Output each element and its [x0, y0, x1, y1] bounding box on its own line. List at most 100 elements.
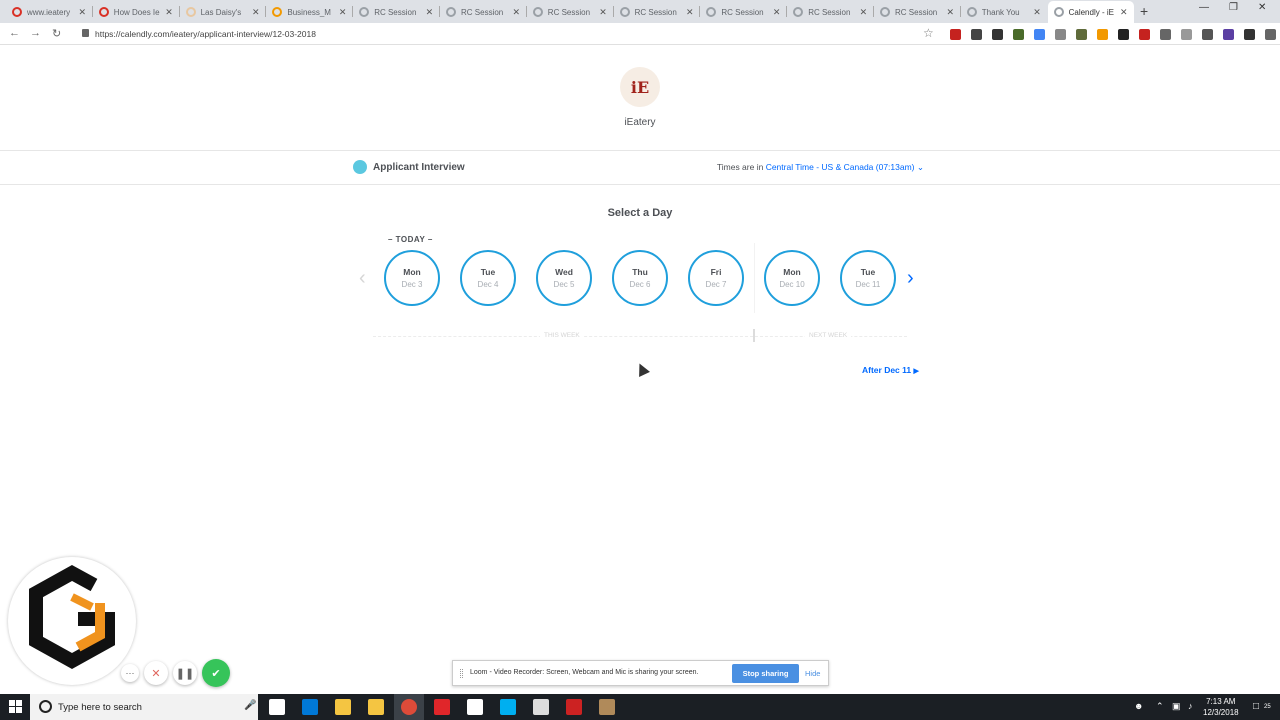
- tab-close-icon[interactable]: ✕: [512, 7, 520, 18]
- hide-button[interactable]: Hide: [805, 669, 820, 678]
- timezone-prefix: Times are in: [716, 162, 766, 172]
- extension-icon[interactable]: [1202, 29, 1213, 40]
- notifications-icon[interactable]: □: [1253, 701, 1259, 712]
- skype-icon[interactable]: [500, 699, 516, 715]
- network-icon[interactable]: ▣: [1172, 701, 1181, 712]
- tab-favicon-icon: [446, 7, 456, 17]
- tab-separator: [439, 6, 440, 17]
- people-icon[interactable]: ☻: [1134, 701, 1143, 711]
- browser-tab[interactable]: RC Session ✕: [353, 1, 439, 23]
- extension-icon[interactable]: [1055, 29, 1066, 40]
- browser-tab[interactable]: How Does Ie ✕: [93, 1, 179, 23]
- select-day-title: Select a Day: [607, 207, 673, 219]
- extension-icon[interactable]: [1013, 29, 1024, 40]
- extension-icon[interactable]: [1097, 29, 1108, 40]
- tab-close-icon[interactable]: ✕: [339, 7, 347, 18]
- timezone-link[interactable]: Central Time - US & Canada (07:13am) ⌄: [766, 162, 924, 172]
- extension-icon[interactable]: [1160, 29, 1171, 40]
- tab-close-icon[interactable]: ✕: [599, 7, 607, 18]
- extension-icon[interactable]: [1118, 29, 1129, 40]
- day-option[interactable]: Mon Dec 3: [384, 250, 440, 306]
- extension-icon[interactable]: [1265, 29, 1276, 40]
- day-option[interactable]: Thu Dec 6: [612, 250, 668, 306]
- mouse-cursor-icon: [634, 361, 650, 377]
- tab-title: Las Daisy's: [200, 7, 242, 17]
- loom-more-button[interactable]: ⋯: [121, 664, 139, 682]
- day-option[interactable]: Mon Dec 10: [764, 250, 820, 306]
- day-option[interactable]: Tue Dec 11: [840, 250, 896, 306]
- loom-cancel-button[interactable]: ✕: [144, 661, 168, 685]
- browser-tab[interactable]: RC Session ✕: [700, 1, 786, 23]
- forward-icon[interactable]: →: [30, 27, 41, 39]
- day-option[interactable]: Wed Dec 5: [536, 250, 592, 306]
- tab-title: Business_M: [287, 7, 331, 17]
- tab-close-icon[interactable]: ✕: [78, 7, 86, 18]
- store-icon[interactable]: [368, 699, 384, 715]
- browser-tab[interactable]: Calendly - iE ✕: [1047, 1, 1134, 23]
- tab-close-icon[interactable]: ✕: [773, 7, 781, 18]
- system-clock[interactable]: 7:13 AM 12/3/2018: [1203, 696, 1239, 718]
- browser-tab[interactable]: Las Daisy's ✕: [180, 1, 266, 23]
- stop-sharing-button[interactable]: Stop sharing: [732, 664, 799, 683]
- extension-icon[interactable]: [1076, 29, 1087, 40]
- chrome-icon[interactable]: [401, 699, 417, 715]
- tab-close-icon[interactable]: ✕: [426, 7, 434, 18]
- notepad-icon[interactable]: [467, 699, 483, 715]
- extension-icon[interactable]: [1223, 29, 1234, 40]
- browser-tab[interactable]: www.ieatery ✕: [6, 1, 92, 23]
- browser-tab[interactable]: RC Session ✕: [440, 1, 526, 23]
- volume-icon[interactable]: ♪: [1188, 701, 1193, 711]
- windows-start-icon[interactable]: [9, 700, 22, 713]
- extension-icon[interactable]: [1139, 29, 1150, 40]
- app-icon[interactable]: [599, 699, 615, 715]
- tab-close-icon[interactable]: ✕: [1120, 7, 1128, 18]
- show-hidden-icons-icon[interactable]: ⌃: [1156, 701, 1164, 712]
- taskbar-search[interactable]: Type here to search 🎤: [30, 694, 258, 720]
- after-date-link[interactable]: After Dec 11 ▶: [862, 365, 919, 375]
- close-window-icon[interactable]: ✕: [1258, 2, 1266, 13]
- reload-icon[interactable]: ↻: [52, 27, 61, 40]
- tab-close-icon[interactable]: ✕: [252, 7, 260, 18]
- day-option[interactable]: Fri Dec 7: [688, 250, 744, 306]
- tab-close-icon[interactable]: ✕: [165, 7, 173, 18]
- browser-tab[interactable]: RC Session ✕: [787, 1, 873, 23]
- edge-icon[interactable]: [302, 699, 318, 715]
- loom-pause-button[interactable]: ❚❚: [173, 661, 197, 685]
- microphone-icon[interactable]: 🎤: [244, 700, 256, 711]
- bookmark-star-icon[interactable]: ☆: [923, 26, 934, 40]
- loom-camera-bubble[interactable]: [8, 557, 136, 685]
- tab-close-icon[interactable]: ✕: [946, 7, 954, 18]
- restore-icon[interactable]: ❐: [1229, 2, 1238, 13]
- app-icon[interactable]: [533, 699, 549, 715]
- tab-close-icon[interactable]: ✕: [686, 7, 694, 18]
- g-logo-icon: [28, 565, 116, 670]
- extension-icon[interactable]: [950, 29, 961, 40]
- tab-separator: [873, 6, 874, 17]
- browser-tab[interactable]: RC Session ✕: [874, 1, 960, 23]
- extension-icon[interactable]: [1181, 29, 1192, 40]
- new-tab-button[interactable]: +: [1140, 3, 1148, 19]
- browser-tab-strip: + — ❐ ✕ www.ieatery ✕ How Does Ie ✕ Las Dais…: [0, 0, 1280, 23]
- tab-close-icon[interactable]: ✕: [1033, 7, 1041, 18]
- drag-handle-icon[interactable]: [460, 669, 463, 678]
- browser-tab[interactable]: Business_M ✕: [266, 1, 352, 23]
- tab-close-icon[interactable]: ✕: [860, 7, 868, 18]
- minimize-icon[interactable]: —: [1199, 2, 1209, 13]
- extension-icon[interactable]: [971, 29, 982, 40]
- company-logo: iE: [620, 67, 660, 107]
- loom-finish-button[interactable]: ✔: [202, 659, 230, 687]
- day-option[interactable]: Tue Dec 4: [460, 250, 516, 306]
- browser-tab[interactable]: Thank You ✕: [961, 1, 1047, 23]
- browser-tab[interactable]: RC Session ✕: [614, 1, 700, 23]
- back-icon[interactable]: ←: [9, 27, 20, 39]
- opera-icon[interactable]: [434, 699, 450, 715]
- address-bar[interactable]: https://calendly.com/ieatery/applicant-i…: [95, 29, 316, 39]
- extension-icon[interactable]: [992, 29, 1003, 40]
- extension-icon[interactable]: [1034, 29, 1045, 40]
- app-icon[interactable]: [566, 699, 582, 715]
- file-explorer-icon[interactable]: [335, 699, 351, 715]
- next-week-icon[interactable]: ›: [907, 267, 914, 290]
- task-view-icon[interactable]: [269, 699, 285, 715]
- extension-icon[interactable]: [1244, 29, 1255, 40]
- browser-tab[interactable]: RC Session ✕: [527, 1, 613, 23]
